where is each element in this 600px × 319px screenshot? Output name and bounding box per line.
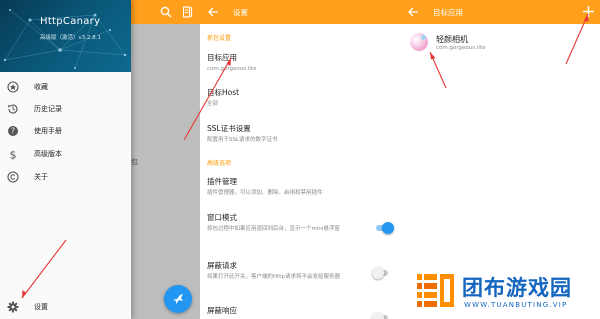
pref-title: 插件管理 (207, 177, 237, 186)
app-bar: 设置 (200, 0, 400, 24)
section-header-capture: 抓包设置 (207, 35, 232, 42)
drawer-item-label: 高级版本 (34, 150, 62, 158)
background-content (130, 24, 200, 319)
drawer-item-premium[interactable]: $ 高级版本 (0, 143, 131, 165)
switch-knob (372, 267, 384, 279)
page-title: 目标应用 (433, 8, 463, 17)
drawer-item-label: 设置 (34, 303, 48, 311)
pref-title: 屏蔽请求 (207, 261, 237, 270)
settings-screen: 设置 抓包设置 目标应用 com.gorgeous.lite 目标Host 全部… (200, 0, 400, 319)
copyright-icon (7, 171, 19, 183)
background-text-fragment: 包 (131, 158, 138, 166)
switch-knob (372, 312, 384, 319)
block-request-switch[interactable] (372, 267, 388, 279)
capture-fab[interactable] (164, 285, 192, 313)
history-icon (8, 104, 18, 114)
drawer-item-favorites[interactable]: 收藏 (0, 76, 131, 98)
drawer-item-label: 历史记录 (34, 105, 62, 113)
drawer-item-manual[interactable]: ? 使用手册 (0, 120, 131, 142)
app-icon (410, 33, 428, 51)
drawer-header: HttpCanary 高级版（激活）v3.2.8.1 (0, 0, 131, 72)
bird-icon (173, 294, 183, 304)
section-header-advanced: 高级选项 (207, 160, 232, 167)
pref-summary: 全部 (207, 101, 219, 107)
pref-summary: 配置用于SSL请求的数字证书 (207, 137, 278, 143)
drawer-item-label: 关于 (34, 173, 48, 181)
pref-summary: 抓包过程中如果应用退回到后台，显示一个mini悬浮窗 (207, 226, 340, 232)
drawer-item-label: 使用手册 (34, 127, 62, 135)
add-icon[interactable] (582, 5, 595, 18)
back-arrow-icon[interactable] (407, 6, 419, 18)
pref-title: 屏蔽响应 (207, 306, 237, 315)
watermark-title: 团布游戏园 (462, 276, 572, 300)
pref-title: SSL证书设置 (207, 124, 251, 133)
drawer-screen: 包 HttpCanary 高级版（激活）v3.2.8.1 收藏 历史记录 ? 使… (0, 0, 200, 319)
search-icon[interactable] (160, 6, 172, 18)
gear-icon (7, 301, 19, 313)
watermark-logo (417, 274, 454, 307)
app-bar: 目标应用 (400, 0, 600, 24)
app-title: HttpCanary (40, 16, 101, 27)
back-arrow-icon[interactable] (207, 6, 219, 18)
drawer-item-label: 收藏 (34, 83, 48, 91)
svg-text:$: $ (10, 149, 17, 161)
watermark: 团布游戏园 WWW.TUANBUTING.VIP (414, 268, 600, 318)
help-icon: ? (8, 126, 18, 136)
watermark-url: WWW.TUANBUTING.VIP (464, 301, 568, 309)
app-version: 高级版（激活）v3.2.8.1 (40, 35, 101, 41)
pref-title: 窗口模式 (207, 213, 237, 222)
pref-summary: com.gorgeous.lite (207, 66, 257, 72)
pref-title: 目标应用 (207, 53, 237, 62)
pref-summary: 插件管理器，可以添加、删除、启用和禁用插件 (207, 190, 323, 196)
drawer-item-history[interactable]: 历史记录 (0, 98, 131, 120)
drawer-item-about[interactable]: 关于 (0, 166, 131, 188)
app-package: com.gorgeous.lite (436, 45, 486, 51)
svg-text:?: ? (11, 127, 15, 136)
pref-title: 目标Host (207, 88, 240, 97)
app-name: 轻颜相机 (436, 35, 468, 44)
dollar-icon: $ (10, 149, 17, 161)
block-response-switch[interactable] (372, 312, 388, 319)
switch-knob (382, 222, 394, 234)
bookmark-icon (7, 81, 19, 93)
pref-summary: 如果打开此开关，客户端的Http请求将不会发给服务器 (207, 274, 340, 280)
page-title: 设置 (233, 8, 248, 17)
clear-list-icon[interactable] (183, 6, 193, 18)
drawer-item-settings[interactable]: 设置 (0, 296, 131, 318)
window-mode-switch[interactable] (376, 222, 394, 234)
navigation-drawer: HttpCanary 高级版（激活）v3.2.8.1 收藏 历史记录 ? 使用手… (0, 0, 131, 319)
